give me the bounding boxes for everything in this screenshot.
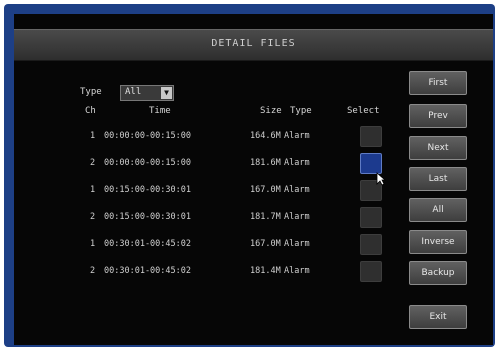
row-type: Alarm: [284, 131, 310, 141]
row-channel: 1: [90, 131, 96, 141]
row-type: Alarm: [284, 185, 310, 195]
select-checkbox[interactable]: [360, 234, 382, 255]
column-header-type: Type: [290, 106, 312, 116]
prev-button[interactable]: Prev: [409, 104, 467, 128]
row-type: Alarm: [284, 266, 310, 276]
page-title: DETAIL FILES: [211, 38, 296, 49]
type-filter-select[interactable]: All ▼: [120, 85, 174, 101]
row-type: Alarm: [284, 158, 310, 168]
mouse-pointer-icon: [376, 172, 386, 186]
select-checkbox[interactable]: [360, 126, 382, 147]
last-button[interactable]: Last: [409, 167, 467, 191]
column-header-select: Select: [347, 106, 380, 116]
select-checkbox[interactable]: [360, 261, 382, 282]
row-time-range: 00:00:00-00:15:00: [104, 131, 191, 141]
row-channel: 1: [90, 239, 96, 249]
row-size: 164.6M: [250, 131, 281, 141]
title-bar: DETAIL FILES: [14, 29, 493, 61]
row-type: Alarm: [284, 239, 310, 249]
exit-button[interactable]: Exit: [409, 305, 467, 329]
row-size: 167.0M: [250, 185, 281, 195]
detail-files-screen: DETAIL FILES Type All ▼ Ch Time Size Typ…: [14, 14, 493, 345]
row-time-range: 00:15:00-00:30:01: [104, 212, 191, 222]
select-checkbox[interactable]: [360, 207, 382, 228]
row-time-range: 00:30:01-00:45:02: [104, 239, 191, 249]
select-checkbox[interactable]: [360, 153, 382, 174]
row-time-range: 00:00:00-00:15:00: [104, 158, 191, 168]
window-frame: DETAIL FILES Type All ▼ Ch Time Size Typ…: [4, 4, 495, 347]
all-button[interactable]: All: [409, 198, 467, 222]
chevron-down-icon[interactable]: ▼: [161, 87, 172, 99]
type-filter-value: All: [125, 87, 142, 97]
row-size: 181.7M: [250, 212, 281, 222]
row-type: Alarm: [284, 212, 310, 222]
row-size: 181.4M: [250, 266, 281, 276]
inverse-button[interactable]: Inverse: [409, 230, 467, 254]
row-channel: 2: [90, 266, 96, 276]
column-header-ch: Ch: [85, 106, 96, 116]
column-header-size: Size: [260, 106, 282, 116]
type-filter-label: Type: [80, 87, 102, 97]
row-size: 167.0M: [250, 239, 281, 249]
first-button[interactable]: First: [409, 71, 467, 95]
next-button[interactable]: Next: [409, 136, 467, 160]
row-channel: 1: [90, 185, 96, 195]
row-time-range: 00:15:00-00:30:01: [104, 185, 191, 195]
row-channel: 2: [90, 158, 96, 168]
row-time-range: 00:30:01-00:45:02: [104, 266, 191, 276]
row-size: 181.6M: [250, 158, 281, 168]
row-channel: 2: [90, 212, 96, 222]
backup-button[interactable]: Backup: [409, 261, 467, 285]
column-header-time: Time: [149, 106, 171, 116]
